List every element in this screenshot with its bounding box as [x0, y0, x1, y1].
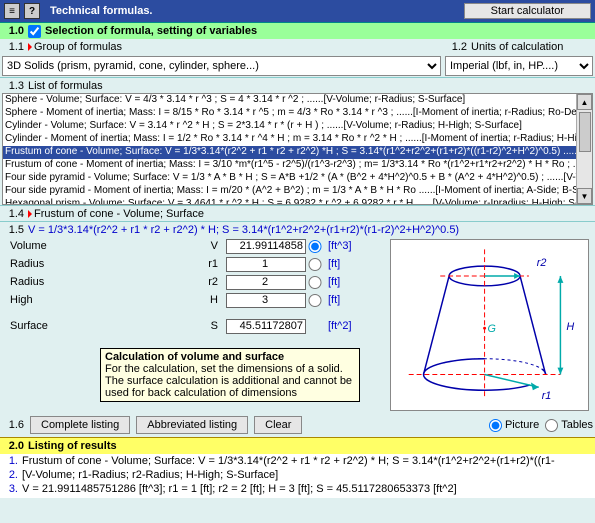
row-1-3: 1.3 List of formulas: [0, 77, 595, 93]
group-select[interactable]: 3D Solids (prism, pyramid, cone, cylinde…: [2, 56, 441, 76]
start-calculator-button[interactable]: Start calculator: [464, 3, 591, 19]
section-2-0-label: Listing of results: [28, 440, 117, 452]
label-group: Group of formulas: [28, 41, 122, 53]
param-input-H[interactable]: [226, 293, 306, 308]
label-units: Units of calculation: [471, 41, 563, 53]
label-list: List of formulas: [28, 80, 103, 92]
param-label: Volume: [2, 240, 82, 252]
formula-list[interactable]: Sphere - Volume; Surface: V = 4/3 * 3.14…: [2, 93, 593, 205]
formula-row[interactable]: Sphere - Moment of inertia; Mass: I = 8/…: [3, 107, 592, 120]
param-input-r1[interactable]: [226, 257, 306, 272]
combo-row: 3D Solids (prism, pyramid, cone, cylinde…: [0, 55, 595, 77]
param-row: Radius r1 [ft]: [0, 255, 390, 273]
help-icon[interactable]: ?: [24, 3, 40, 19]
formula-row[interactable]: Four side pyramid - Volume; Surface: V =…: [3, 172, 592, 185]
svg-text:r2: r2: [537, 257, 547, 269]
result-row: 3.V = 21.9911485751286 [ft^3]; r1 = 1 [f…: [2, 483, 593, 497]
param-radio-H[interactable]: [308, 294, 322, 307]
titlebar: ≡ ? Technical formulas. Start calculator: [0, 0, 595, 22]
section-num: 1.3: [2, 80, 24, 92]
param-row: High H [ft]: [0, 291, 390, 309]
param-label: High: [2, 294, 82, 306]
abbreviated-listing-button[interactable]: Abbreviated listing: [136, 416, 248, 434]
section-num: 1.6: [2, 419, 24, 431]
window-title: Technical formulas.: [50, 5, 460, 17]
results-list: 1.Frustum of cone - Volume; Surface: V =…: [0, 454, 595, 498]
row-1-5: 1.5 V = 1/3*3.14*(r2^2 + r1 * r2 + r2^2)…: [0, 221, 595, 237]
param-symbol: H: [84, 294, 224, 306]
param-label: Radius: [2, 276, 82, 288]
section-num: 1.1: [2, 41, 24, 53]
label-formula-name: Frustum of cone - Volume; Surface: [28, 208, 204, 220]
param-label: Radius: [2, 258, 82, 270]
formula-row[interactable]: Sphere - Volume; Surface: V = 4/3 * 3.14…: [3, 94, 592, 107]
param-input-r2[interactable]: [226, 275, 306, 290]
row-1-1-1-2: 1.1 Group of formulas 1.2 Units of calcu…: [0, 39, 595, 55]
formula-row[interactable]: Cylinder - Volume; Surface: V = 3.14 * r…: [3, 120, 592, 133]
param-unit: [ft]: [324, 294, 370, 306]
param-output-S: [226, 319, 306, 334]
label-formula-expr: V = 1/3*3.14*(r2^2 + r1 * r2 + r2^2) * H…: [28, 224, 459, 236]
param-row: Radius r2 [ft]: [0, 273, 390, 291]
row-1-4: 1.4 Frustum of cone - Volume; Surface: [0, 205, 595, 221]
formula-row[interactable]: Frustum of cone - Moment of inertia; Mas…: [3, 159, 592, 172]
param-symbol: V: [84, 240, 224, 252]
complete-listing-button[interactable]: Complete listing: [30, 416, 130, 434]
param-symbol: r1: [84, 258, 224, 270]
param-row: Volume V [ft^3]: [0, 237, 390, 255]
tables-radio-label[interactable]: Tables: [545, 419, 593, 432]
section-1-0-label: Selection of formula, setting of variabl…: [45, 25, 257, 37]
param-radio-V[interactable]: [308, 240, 322, 253]
tooltip-title: Calculation of volume and surface: [105, 351, 284, 363]
scroll-up-icon[interactable]: ▲: [577, 94, 592, 110]
diagram-panel: r2 r1 H G: [390, 239, 589, 411]
formula-row[interactable]: Cylinder - Moment of inertia; Mass: I = …: [3, 133, 592, 146]
formula-row[interactable]: Hexagonal prism - Volume; Surface: V = 3…: [3, 198, 592, 205]
section-num: 1.4: [2, 208, 24, 220]
param-unit: [ft]: [324, 276, 370, 288]
scroll-thumb[interactable]: [579, 112, 591, 152]
param-unit: [ft^2]: [324, 320, 370, 332]
section-num: 1.2: [445, 41, 467, 53]
tooltip-body: For the calculation, set the dimensions …: [105, 363, 352, 399]
tooltip: Calculation of volume and surface For th…: [100, 348, 360, 402]
result-row: 2.[V-Volume; r1-Radius; r2-Radius; H-Hig…: [2, 469, 593, 483]
clear-button[interactable]: Clear: [254, 416, 302, 434]
frustum-diagram: r2 r1 H G: [391, 240, 588, 410]
picture-radio[interactable]: [489, 419, 502, 432]
scrollbar[interactable]: ▲ ▼: [576, 94, 592, 204]
section-1-0-checkbox[interactable]: [28, 25, 41, 38]
section-num: 2.0: [2, 440, 24, 452]
param-input-V[interactable]: [226, 239, 306, 254]
section-2-0: 2.0 Listing of results: [0, 437, 595, 454]
section-num: 1.0: [2, 25, 24, 37]
scroll-down-icon[interactable]: ▼: [577, 188, 592, 204]
result-row: 1.Frustum of cone - Volume; Surface: V =…: [2, 455, 593, 469]
param-unit: [ft^3]: [324, 240, 370, 252]
picture-radio-label[interactable]: Picture: [489, 419, 539, 432]
param-symbol: r2: [84, 276, 224, 288]
param-radio-r2[interactable]: [308, 276, 322, 289]
svg-text:H: H: [566, 321, 574, 333]
param-row-surface: Surface S [ft^2]: [0, 317, 390, 335]
units-select[interactable]: Imperial (lbf, in, HP....): [445, 56, 593, 76]
param-label: Surface: [2, 320, 82, 332]
button-row-1-6: 1.6 Complete listing Abbreviated listing…: [0, 413, 595, 437]
section-num: 1.5: [2, 224, 24, 236]
formula-row[interactable]: Four side pyramid - Moment of inertia; M…: [3, 185, 592, 198]
svg-text:G: G: [488, 323, 496, 335]
param-symbol: S: [84, 320, 224, 332]
app-icon[interactable]: ≡: [4, 3, 20, 19]
param-radio-r1[interactable]: [308, 258, 322, 271]
svg-text:r1: r1: [542, 390, 552, 402]
tables-radio[interactable]: [545, 419, 558, 432]
section-1-0: 1.0 Selection of formula, setting of var…: [0, 22, 595, 39]
formula-row-selected[interactable]: Frustum of cone - Volume; Surface: V = 1…: [3, 146, 592, 159]
param-unit: [ft]: [324, 258, 370, 270]
